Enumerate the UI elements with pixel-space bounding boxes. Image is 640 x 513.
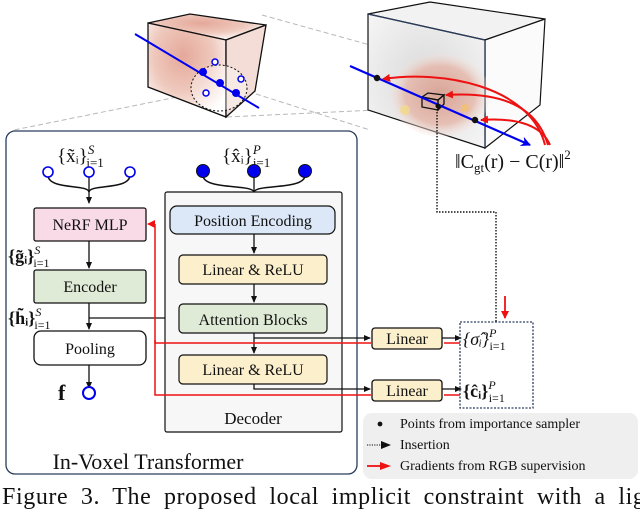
svg-text:Encoder: Encoder bbox=[63, 279, 117, 296]
legend-item-gradients: Gradients from RGB supervision bbox=[367, 459, 585, 474]
legend-item-points: Points from importance sampler bbox=[377, 417, 580, 432]
f-feature-node bbox=[82, 386, 96, 400]
linear-relu-block-1: Linear & ReLU bbox=[178, 254, 328, 285]
attention-blocks-block: Attention Blocks bbox=[178, 303, 328, 334]
nerf-mlp-block: NeRF MLP bbox=[33, 207, 147, 242]
rgb-loss-label: ‖Cgt(r) − C(r)‖2 bbox=[455, 147, 571, 175]
in-voxel-transformer-title: In-Voxel Transformer bbox=[53, 449, 245, 474]
color-output-label: {ĉᵢ}P i=1 bbox=[463, 378, 505, 405]
sampled-point bbox=[211, 58, 219, 66]
svg-text:Attention Blocks: Attention Blocks bbox=[199, 312, 308, 329]
pooling-block: Pooling bbox=[33, 330, 147, 366]
ray-sample-point bbox=[373, 74, 381, 82]
sampled-point-node bbox=[42, 166, 54, 178]
legend: Points from importance sampler Insertion… bbox=[363, 413, 638, 479]
importance-point-node bbox=[196, 164, 210, 178]
svg-text:Insertion: Insertion bbox=[400, 438, 450, 453]
importance-point-node bbox=[298, 164, 312, 178]
svg-text:Gradients from RGB supervision: Gradients from RGB supervision bbox=[400, 459, 585, 474]
left-voxel bbox=[134, 13, 267, 119]
linear-relu-block-2: Linear & ReLU bbox=[178, 354, 328, 385]
importance-point bbox=[232, 89, 240, 97]
ray-sample-point bbox=[471, 116, 479, 124]
f-feature-label: f bbox=[58, 380, 66, 405]
position-encoding-block: Position Encoding bbox=[169, 205, 336, 235]
right-voxel: ‖Cgt(r) − C(r)‖2 bbox=[349, 1, 571, 175]
sampled-point bbox=[202, 89, 210, 97]
linear-head-sigma: Linear bbox=[371, 327, 443, 350]
sampled-point-node bbox=[124, 166, 136, 178]
sampled-point-node bbox=[83, 166, 95, 178]
importance-point-node bbox=[247, 164, 261, 178]
svg-text:Linear & ReLU: Linear & ReLU bbox=[202, 262, 304, 279]
figure-caption: Figure 3. The proposed local implicit co… bbox=[2, 484, 640, 510]
svg-text:Points from importance sampler: Points from importance sampler bbox=[400, 417, 580, 432]
svg-text:Linear: Linear bbox=[386, 383, 428, 400]
density-output-label: {σ̂ᵢ}P i=1 bbox=[463, 326, 506, 353]
figure-diagram: ‖Cgt(r) − C(r)‖2 In-Voxel Transformer {x… bbox=[5, 1, 638, 479]
point-dot-icon bbox=[377, 421, 383, 427]
linear-head-color: Linear bbox=[371, 379, 443, 402]
svg-text:Linear: Linear bbox=[386, 331, 428, 348]
svg-text:Position Encoding: Position Encoding bbox=[194, 213, 312, 230]
decoder-title: Decoder bbox=[224, 409, 282, 428]
importance-point bbox=[216, 79, 224, 87]
svg-text:Linear & ReLU: Linear & ReLU bbox=[202, 362, 304, 379]
encoder-block: Encoder bbox=[33, 269, 147, 304]
svg-text:NeRF MLP: NeRF MLP bbox=[52, 217, 127, 234]
importance-point bbox=[199, 68, 207, 76]
svg-text:Pooling: Pooling bbox=[65, 341, 115, 358]
sampled-point bbox=[237, 75, 245, 83]
